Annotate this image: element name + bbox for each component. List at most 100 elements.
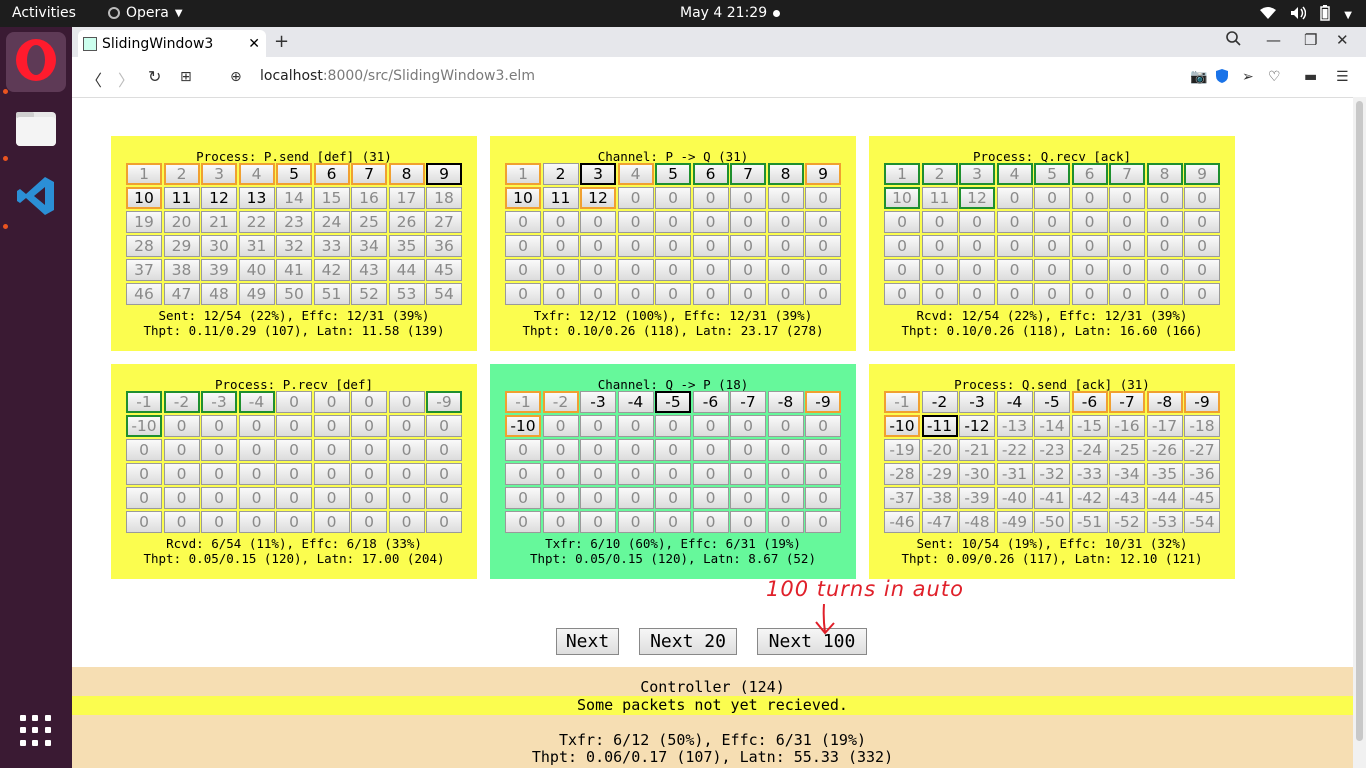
packet-cell[interactable]: 0 (1146, 211, 1183, 233)
packet-cell[interactable]: 0 (1184, 211, 1220, 233)
packet-cell[interactable]: -32 (1034, 463, 1070, 485)
packet-cell[interactable]: -12 (959, 415, 995, 437)
packet-cell[interactable]: 0 (201, 463, 237, 485)
packet-cell[interactable]: 1 (884, 163, 920, 185)
packet-cell[interactable]: 0 (730, 187, 766, 209)
packet-cell[interactable]: -22 (996, 439, 1033, 461)
packet-cell[interactable]: 0 (1071, 211, 1108, 233)
packet-cell[interactable]: -27 (1184, 439, 1220, 461)
packet-cell[interactable]: 0 (351, 391, 387, 413)
packet-cell[interactable]: 0 (426, 415, 462, 437)
packet-cell[interactable]: 0 (276, 391, 312, 413)
packet-cell[interactable]: 0 (388, 391, 425, 413)
packet-cell[interactable]: -42 (1071, 487, 1108, 509)
packet-cell[interactable]: 0 (959, 235, 995, 257)
packet-cell[interactable]: -16 (1109, 415, 1145, 437)
packet-cell[interactable]: 12 (580, 187, 616, 209)
packet-cell[interactable]: 0 (388, 463, 425, 485)
packet-cell[interactable]: -30 (959, 463, 995, 485)
packet-cell[interactable]: 0 (655, 211, 691, 233)
packet-cell[interactable]: 52 (351, 283, 387, 305)
packet-cell[interactable]: 0 (313, 391, 350, 413)
packet-cell[interactable]: 0 (996, 259, 1033, 281)
packet-cell[interactable]: 0 (505, 511, 541, 533)
packet-cell[interactable]: 26 (388, 211, 425, 233)
packet-cell[interactable]: 0 (1034, 211, 1070, 233)
back-icon[interactable]: 〈 (86, 67, 102, 91)
packet-cell[interactable]: 0 (692, 487, 729, 509)
packet-cell[interactable]: 0 (692, 511, 729, 533)
packet-cell[interactable]: 4 (617, 163, 654, 185)
packet-cell[interactable]: 0 (238, 463, 275, 485)
packet-cell[interactable]: 0 (505, 259, 541, 281)
packet-cell[interactable]: 0 (767, 187, 804, 209)
packet-cell[interactable]: 0 (617, 511, 654, 533)
packet-cell[interactable]: 38 (163, 259, 200, 281)
packet-cell[interactable]: 9 (1184, 163, 1220, 185)
packet-cell[interactable]: 0 (351, 439, 387, 461)
packet-cell[interactable]: 4 (238, 163, 275, 185)
packet-cell[interactable]: 0 (542, 511, 579, 533)
packet-cell[interactable]: -11 (921, 415, 958, 437)
packet-cell[interactable]: -3 (201, 391, 237, 413)
system-tray[interactable]: ▼ (1260, 5, 1352, 25)
packet-cell[interactable]: 14 (276, 187, 312, 209)
packet-cell[interactable]: 0 (313, 463, 350, 485)
packet-cell[interactable]: 0 (655, 283, 691, 305)
packet-cell[interactable]: 7 (730, 163, 766, 185)
packet-cell[interactable]: 15 (313, 187, 350, 209)
packet-cell[interactable]: -35 (1146, 463, 1183, 485)
packet-cell[interactable]: 0 (276, 487, 312, 509)
packet-cell[interactable]: 0 (730, 283, 766, 305)
packet-cell[interactable]: 0 (580, 511, 616, 533)
packet-cell[interactable]: 0 (692, 463, 729, 485)
packet-cell[interactable]: 0 (921, 259, 958, 281)
packet-cell[interactable]: 11 (542, 187, 579, 209)
packet-cell[interactable]: -39 (959, 487, 995, 509)
packet-cell[interactable]: 32 (276, 235, 312, 257)
packet-cell[interactable]: 0 (617, 487, 654, 509)
packet-cell[interactable]: 20 (163, 211, 200, 233)
packet-cell[interactable]: 30 (201, 235, 237, 257)
packet-cell[interactable]: 44 (388, 259, 425, 281)
packet-cell[interactable]: 0 (313, 511, 350, 533)
heart-icon[interactable]: ♡ (1268, 69, 1281, 85)
packet-cell[interactable]: 0 (163, 487, 200, 509)
packet-cell[interactable]: 0 (313, 415, 350, 437)
packet-cell[interactable]: 0 (805, 211, 841, 233)
packet-cell[interactable]: -6 (1071, 391, 1108, 413)
packet-cell[interactable]: 0 (163, 439, 200, 461)
packet-cell[interactable]: -48 (959, 511, 995, 533)
packet-cell[interactable]: 5 (276, 163, 312, 185)
packet-cell[interactable]: 0 (1146, 187, 1183, 209)
site-info-icon[interactable]: ⊕ (230, 69, 242, 85)
packet-cell[interactable]: -46 (884, 511, 920, 533)
packet-cell[interactable]: 36 (426, 235, 462, 257)
packet-cell[interactable]: 0 (996, 211, 1033, 233)
packet-cell[interactable]: 0 (163, 511, 200, 533)
packet-cell[interactable]: 0 (655, 235, 691, 257)
snapshot-icon[interactable]: 📷 (1190, 69, 1207, 85)
packet-cell[interactable]: 0 (884, 235, 920, 257)
packet-cell[interactable]: 2 (163, 163, 200, 185)
vpn-icon[interactable] (1215, 69, 1229, 87)
new-tab-button[interactable]: + (274, 31, 289, 52)
packet-cell[interactable]: 0 (1109, 235, 1145, 257)
next-button[interactable]: Next (556, 628, 619, 655)
packet-cell[interactable]: 0 (201, 439, 237, 461)
packet-cell[interactable]: -7 (1109, 391, 1145, 413)
packet-cell[interactable]: 0 (126, 487, 162, 509)
packet-cell[interactable]: 54 (426, 283, 462, 305)
packet-cell[interactable]: 0 (426, 511, 462, 533)
packet-cell[interactable]: 0 (805, 283, 841, 305)
packet-cell[interactable]: 11 (163, 187, 200, 209)
packet-cell[interactable]: 0 (805, 415, 841, 437)
packet-cell[interactable]: -14 (1034, 415, 1070, 437)
activities-button[interactable]: Activities (12, 5, 76, 21)
packet-cell[interactable]: -10 (884, 415, 920, 437)
packet-cell[interactable]: 0 (767, 463, 804, 485)
packet-cell[interactable]: 1 (126, 163, 162, 185)
packet-cell[interactable]: 0 (238, 487, 275, 509)
packet-cell[interactable]: 53 (388, 283, 425, 305)
packet-cell[interactable]: -26 (1146, 439, 1183, 461)
